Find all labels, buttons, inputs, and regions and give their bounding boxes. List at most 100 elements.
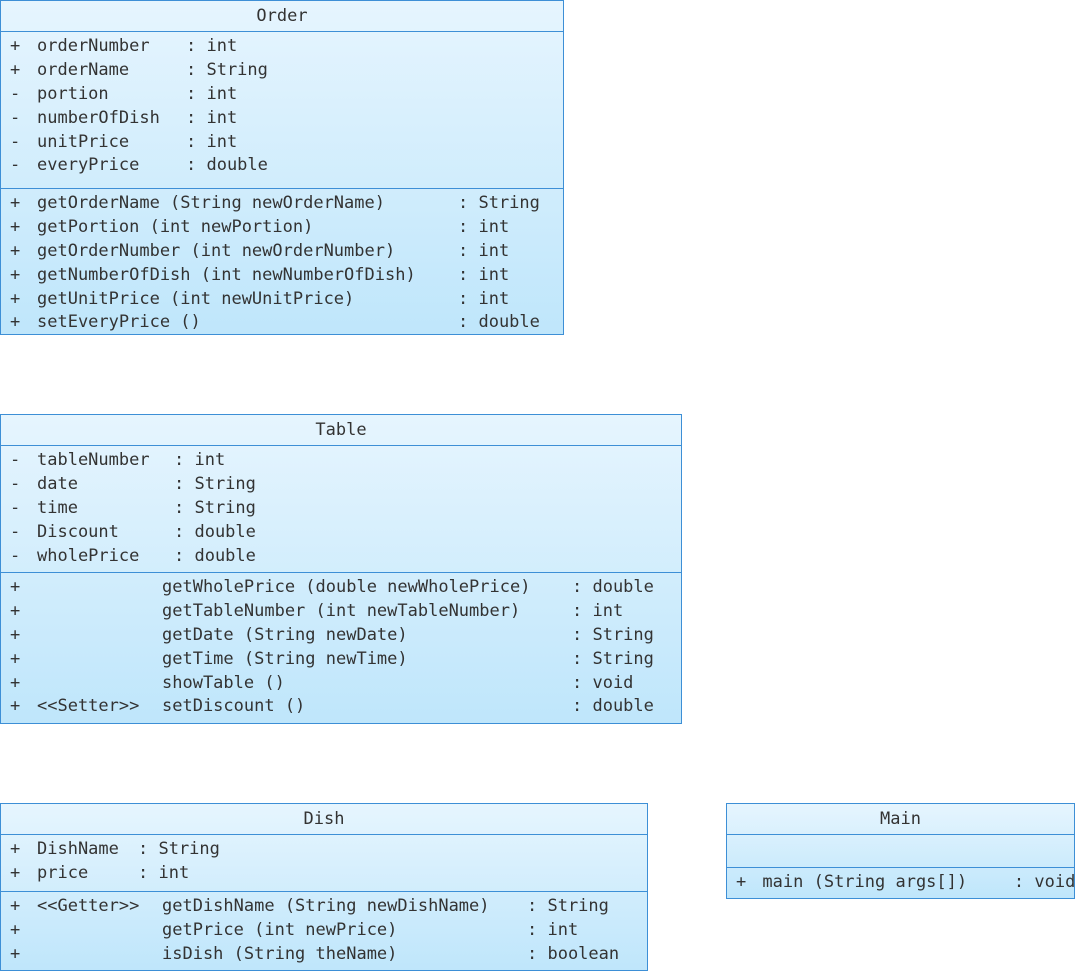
operation-return-type: : String bbox=[572, 624, 654, 645]
attribute-row: - Discount : double bbox=[1, 521, 681, 545]
class-table[interactable]: Table - tableNumber : int - date : Strin… bbox=[0, 414, 682, 724]
operation-row: + main (String args[]) : void bbox=[727, 871, 1074, 895]
operation-signature: setDiscount () bbox=[162, 696, 306, 717]
operation-row: + getPortion (int newPortion) : int bbox=[1, 216, 563, 240]
attribute-name: orderNumber bbox=[37, 36, 150, 56]
class-dish[interactable]: Dish + DishName : String + price : int +… bbox=[0, 803, 648, 971]
visibility: + bbox=[10, 577, 21, 597]
visibility: + bbox=[10, 862, 21, 883]
visibility: - bbox=[10, 450, 21, 470]
operation-return-type: : int bbox=[458, 240, 510, 261]
operation-signature: getUnitPrice (int newUnitPrice) bbox=[37, 288, 355, 309]
visibility: + bbox=[10, 919, 21, 940]
operation-signature: showTable () bbox=[162, 672, 285, 693]
attribute-name: Discount bbox=[37, 521, 119, 542]
operation-row: + setEveryPrice () : double bbox=[1, 311, 563, 335]
attribute-type: : String bbox=[138, 839, 220, 859]
stereotype bbox=[37, 672, 162, 696]
attribute-name: everyPrice bbox=[37, 155, 140, 176]
operation-signature: getTime (String newTime) bbox=[162, 648, 408, 669]
attribute-row: - everyPrice : double bbox=[1, 154, 563, 178]
stereotype bbox=[37, 600, 162, 624]
attribute-name: numberOfDish bbox=[37, 107, 160, 128]
attribute-row: - wholePrice : double bbox=[1, 545, 681, 569]
visibility: - bbox=[10, 473, 21, 494]
attribute-row: - numberOfDish : int bbox=[1, 107, 563, 131]
visibility: - bbox=[10, 155, 21, 176]
visibility: + bbox=[10, 624, 21, 645]
attribute-row: + DishName : String bbox=[1, 838, 647, 862]
attribute-type: : int bbox=[186, 107, 238, 128]
attributes-compartment bbox=[727, 835, 1074, 868]
visibility: + bbox=[10, 672, 21, 693]
attribute-type: : double bbox=[174, 545, 256, 566]
operation-row: + getWholePrice (double newWholePrice) :… bbox=[1, 576, 681, 600]
visibility: - bbox=[10, 83, 21, 104]
operation-row: + getOrderName (String newOrderName) : S… bbox=[1, 192, 563, 216]
operations-compartment: + getWholePrice (double newWholePrice) :… bbox=[1, 573, 681, 722]
attribute-name: orderName bbox=[37, 59, 130, 80]
attributes-compartment: + DishName : String + price : int bbox=[1, 835, 647, 892]
operation-signature: getOrderNumber (int newOrderNumber) bbox=[37, 240, 396, 261]
attribute-row: + orderNumber : int bbox=[1, 35, 563, 59]
visibility: + bbox=[10, 264, 21, 285]
operation-signature: getTableNumber (int newTableNumber) bbox=[162, 600, 521, 621]
class-main[interactable]: Main + main (String args[]) : void bbox=[726, 803, 1075, 899]
attribute-name: date bbox=[37, 473, 78, 494]
stereotype: <<Getter>> bbox=[37, 896, 140, 916]
attribute-row: + orderName : String bbox=[1, 59, 563, 83]
visibility: + bbox=[10, 36, 21, 56]
operation-return-type: : void bbox=[572, 672, 634, 693]
attribute-row: - time : String bbox=[1, 497, 681, 521]
visibility: + bbox=[10, 312, 21, 333]
class-order[interactable]: Order + orderNumber : int + orderName : … bbox=[0, 0, 564, 335]
operation-signature: getNumberOfDish (int newNumberOfDish) bbox=[37, 264, 416, 285]
operation-signature: setEveryPrice () bbox=[37, 312, 201, 333]
operation-signature: getDate (String newDate) bbox=[162, 624, 408, 645]
operation-row: + showTable () : void bbox=[1, 672, 681, 696]
visibility: + bbox=[10, 943, 21, 964]
operation-row: + isDish (String theName) : boolean bbox=[1, 943, 647, 967]
attribute-row: - portion : int bbox=[1, 83, 563, 107]
attribute-type: : int bbox=[138, 862, 190, 883]
attribute-type: : int bbox=[186, 83, 238, 104]
class-name: Order bbox=[1, 1, 563, 32]
visibility: + bbox=[10, 216, 21, 237]
visibility: - bbox=[10, 497, 21, 518]
stereotype bbox=[37, 648, 162, 672]
visibility: + bbox=[10, 896, 21, 916]
attributes-compartment: - tableNumber : int - date : String - ti… bbox=[1, 446, 681, 573]
operations-compartment: + getOrderName (String newOrderName) : S… bbox=[1, 189, 563, 338]
operation-row: + <<Setter>> setDiscount () : double bbox=[1, 695, 681, 719]
attribute-name: tableNumber bbox=[37, 450, 150, 470]
operation-return-type: : int bbox=[458, 216, 510, 237]
operation-return-type: : String bbox=[527, 896, 609, 916]
attribute-name: DishName bbox=[37, 839, 119, 859]
attribute-name: price bbox=[37, 862, 89, 883]
operation-return-type: : boolean bbox=[527, 943, 620, 964]
visibility: + bbox=[10, 648, 21, 669]
operation-row: + <<Getter>> getDishName (String newDish… bbox=[1, 895, 647, 919]
operation-row: + getDate (String newDate) : String bbox=[1, 624, 681, 648]
visibility: + bbox=[10, 839, 21, 859]
visibility: + bbox=[10, 600, 21, 621]
attribute-type: : String bbox=[186, 59, 268, 80]
operations-compartment: + main (String args[]) : void bbox=[727, 868, 1074, 898]
attribute-row: - tableNumber : int bbox=[1, 449, 681, 473]
operation-row: + getOrderNumber (int newOrderNumber) : … bbox=[1, 240, 563, 264]
attribute-type: : double bbox=[174, 521, 256, 542]
attribute-row: + price : int bbox=[1, 862, 647, 886]
visibility: - bbox=[10, 131, 21, 152]
operation-signature: getOrderName (String newOrderName) bbox=[37, 193, 385, 213]
attributes-compartment: + orderNumber : int + orderName : String… bbox=[1, 32, 563, 189]
stereotype bbox=[37, 624, 162, 648]
operation-row: + getPrice (int newPrice) : int bbox=[1, 919, 647, 943]
attribute-type: : String bbox=[174, 497, 256, 518]
visibility: - bbox=[10, 521, 21, 542]
attribute-type: : int bbox=[174, 450, 226, 470]
operation-return-type: : double bbox=[572, 577, 654, 597]
attribute-type: : String bbox=[174, 473, 256, 494]
attribute-type: : int bbox=[186, 36, 238, 56]
operation-return-type: : int bbox=[527, 919, 579, 940]
attribute-name: time bbox=[37, 497, 78, 518]
